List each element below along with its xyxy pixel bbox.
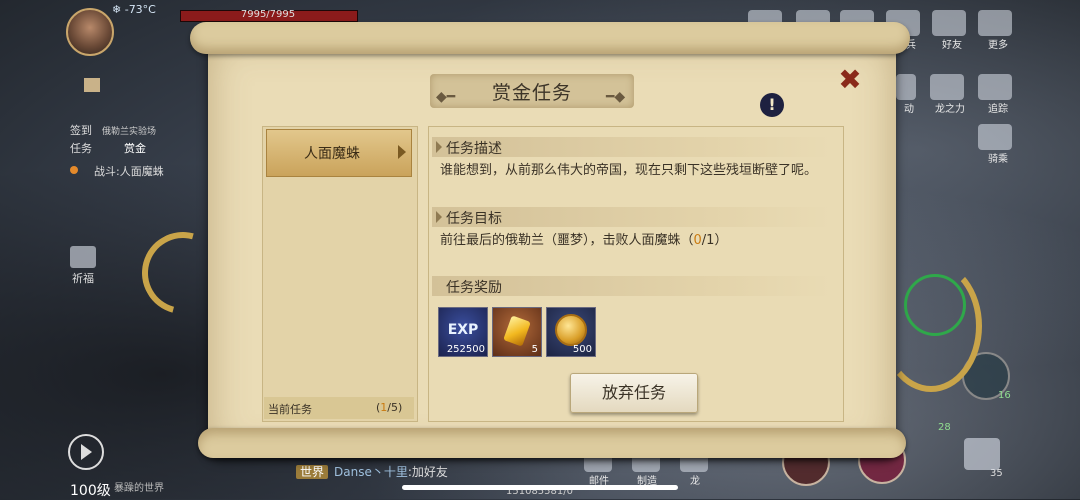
action-icon xyxy=(896,74,916,100)
quest-list-item-label: 人面魔蛛 xyxy=(304,146,360,162)
reward-gem[interactable]: 5 xyxy=(492,307,542,357)
top-menu-friends[interactable]: 好友 xyxy=(932,10,972,51)
friends-icon xyxy=(932,10,966,36)
menu-icon xyxy=(978,10,1012,36)
calendar-icon[interactable] xyxy=(70,78,114,96)
description-heading: 任务描述 xyxy=(446,141,502,157)
current-tasks-label: 当前任务 xyxy=(268,403,312,416)
current-tasks-count: (1/5) xyxy=(376,401,403,414)
quest-marker-icon xyxy=(70,166,78,174)
map-name: 俄勒兰实验场 xyxy=(102,127,157,137)
gift-label[interactable]: 祈福 xyxy=(72,270,94,286)
menu-quest[interactable]: 任务 xyxy=(70,140,92,156)
menu-signin[interactable]: 签到 xyxy=(70,122,92,138)
side-menu-dragon-power[interactable]: 龙之力 xyxy=(930,74,970,115)
reward-qty: 500 xyxy=(572,344,592,355)
reward-qty: 5 xyxy=(531,344,538,355)
reward-exp[interactable]: EXP 252500 xyxy=(438,307,488,357)
exp-icon: EXP xyxy=(447,322,479,338)
side-menu-mount[interactable]: 骑乘 xyxy=(978,124,1018,165)
mount-icon xyxy=(978,124,1012,150)
description-text: 谁能想到，从前那么伟大的帝国，现在只剩下这些残垣断壁了呢。 xyxy=(440,163,818,178)
side-menu-action[interactable]: 动 xyxy=(896,74,922,115)
menu-bounty[interactable]: 赏金 xyxy=(124,140,146,156)
triangle-icon xyxy=(436,141,442,153)
player-level: 100级 xyxy=(70,483,111,499)
reward-coin[interactable]: 500 xyxy=(546,307,596,357)
player-avatar[interactable] xyxy=(66,8,114,56)
reward-qty: 252500 xyxy=(446,344,485,355)
objective-text: 前往最后的俄勒兰（噩梦），击败人面魔蛛（0/1） xyxy=(440,233,728,248)
scroll-bottom-roll xyxy=(198,428,906,458)
rewards-heading: 任务奖励 xyxy=(446,280,502,296)
chat-message: :加好友 xyxy=(407,465,448,479)
chat-line[interactable]: 世界 Danse丶十里:加好友 xyxy=(296,463,448,480)
dragon-icon xyxy=(930,74,964,100)
top-menu-more[interactable]: 更多 xyxy=(978,10,1018,51)
home-indicator[interactable] xyxy=(402,485,678,490)
info-icon[interactable]: ! xyxy=(760,93,784,117)
chat-channel: 世界 xyxy=(296,465,329,479)
chat-sender: Danse丶十里 xyxy=(334,465,408,479)
arrow-right-icon xyxy=(398,145,406,159)
hp-text: 7995/7995 xyxy=(240,9,296,20)
world-label: 暴躁的世界 xyxy=(114,483,164,494)
objective-heading: 任务目标 xyxy=(446,211,502,227)
auto-play-button[interactable] xyxy=(68,434,104,470)
track-icon xyxy=(978,74,1012,100)
skill-count-2: 28 xyxy=(938,422,951,433)
gem-icon xyxy=(503,315,531,347)
temperature-readout: ❄ -73°C xyxy=(112,3,156,16)
coin-icon xyxy=(555,314,587,346)
current-quest-tracker[interactable]: 战斗:人面魔蛛 xyxy=(94,163,164,179)
side-menu-track[interactable]: 追踪 xyxy=(978,74,1018,115)
bag-icon[interactable] xyxy=(964,438,1000,470)
play-icon xyxy=(81,444,92,460)
dialog-title: 赏金任务 xyxy=(491,82,572,104)
abandon-quest-button[interactable]: 放弃任务 xyxy=(570,373,698,413)
close-icon[interactable]: ✖ xyxy=(836,66,864,94)
scroll-top-roll xyxy=(190,22,910,54)
gift-icon[interactable] xyxy=(70,246,96,268)
skill-count-1: 16 xyxy=(998,390,1011,401)
triangle-icon xyxy=(436,211,442,223)
